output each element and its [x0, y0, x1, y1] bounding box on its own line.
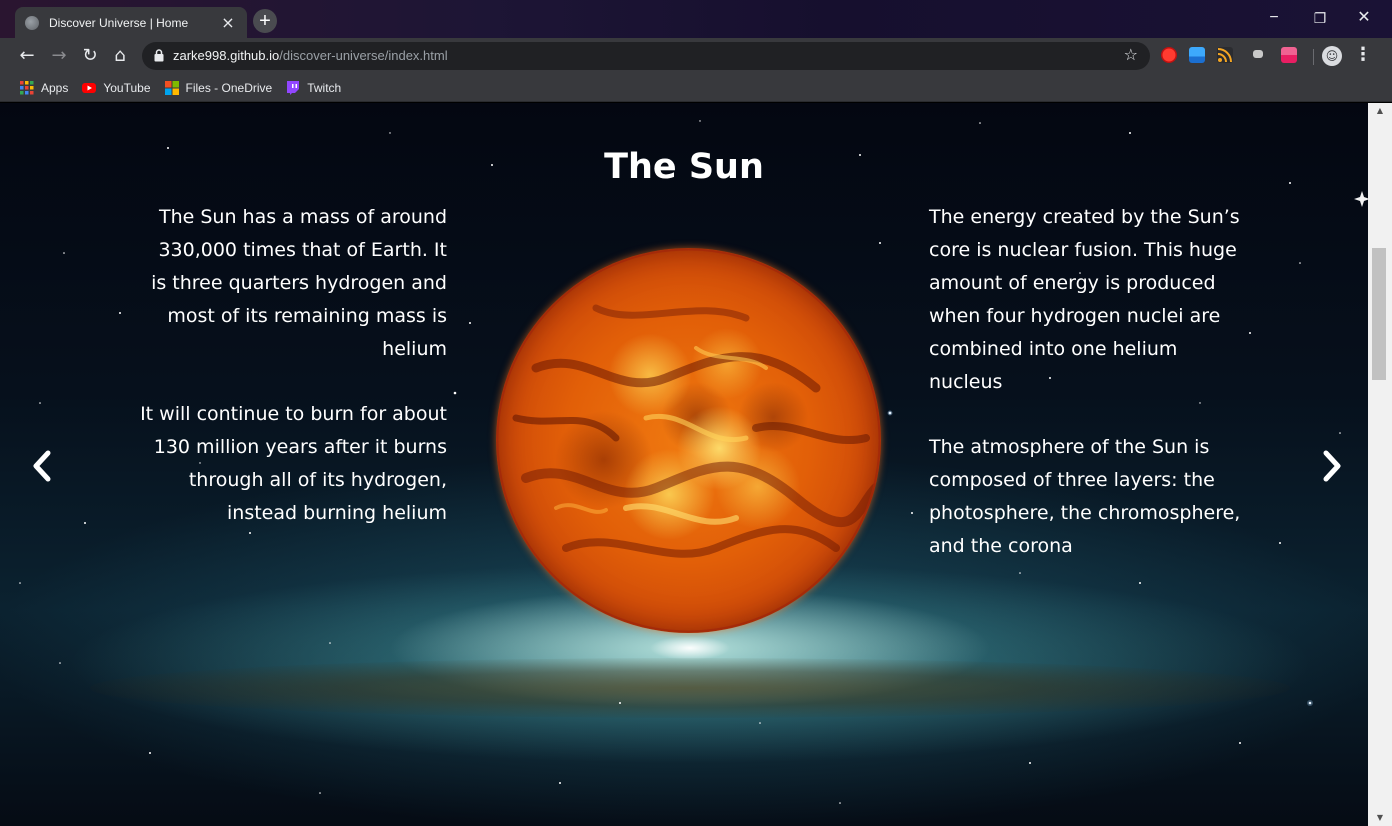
tab-strip: Discover Universe | Home × + − ❐ ✕ [0, 0, 1392, 38]
page-title: The Sun [604, 147, 764, 187]
bookmark-label: Apps [41, 80, 69, 95]
youtube-icon [82, 82, 97, 93]
minimize-button[interactable]: − [1256, 6, 1292, 30]
browser-menu-icon[interactable]: ⋮ [1354, 43, 1372, 67]
scroll-down-arrow-icon[interactable]: ▼ [1368, 810, 1392, 826]
back-button[interactable]: ← [15, 44, 39, 68]
bookmark-star-icon[interactable]: ☆ [1124, 45, 1138, 64]
info-paragraph: The energy created by the Sun’s core is … [929, 206, 1240, 393]
apps-grid-icon [20, 80, 34, 94]
rss-icon [1217, 48, 1232, 63]
twitch-icon [287, 80, 300, 95]
address-bar[interactable]: zarke998.github.io/discover-universe/ind… [142, 42, 1150, 70]
close-window-button[interactable]: ✕ [1346, 6, 1382, 30]
tab-title: Discover Universe | Home [49, 15, 189, 30]
forward-button[interactable]: → [47, 44, 71, 68]
scroll-up-arrow-icon[interactable]: ▲ [1368, 103, 1392, 119]
bookmark-youtube[interactable]: YouTube [82, 80, 151, 95]
bookmark-label: YouTube [103, 80, 151, 95]
previous-slide-arrow-icon[interactable] [27, 446, 57, 486]
browser-window: Discover Universe | Home × + − ❐ ✕ ← → ↻… [0, 0, 1392, 826]
home-button[interactable]: ⌂ [108, 44, 132, 68]
reload-button[interactable]: ↻ [78, 44, 102, 68]
url-host: zarke998.github.io [173, 48, 280, 63]
close-tab-icon[interactable]: × [219, 13, 237, 32]
bookmark-onedrive[interactable]: Files - OneDrive [164, 80, 273, 95]
info-paragraph: The Sun has a mass of around 330,000 tim… [151, 206, 447, 360]
rss-extension-icon[interactable] [1217, 47, 1233, 63]
bookmark-label: Files - OneDrive [185, 80, 273, 95]
reader-extension-icon[interactable] [1281, 47, 1297, 63]
info-paragraph: The atmosphere of the Sun is composed of… [929, 436, 1241, 557]
toolbar-divider [1313, 49, 1314, 65]
restore-button[interactable]: ❐ [1302, 6, 1338, 30]
next-slide-arrow-icon[interactable] [1317, 446, 1347, 486]
microsoft-icon [164, 80, 179, 95]
page-scrollbar[interactable]: ▲ ▼ [1368, 103, 1392, 826]
sun-surface-texture [496, 248, 881, 633]
sun-image [496, 248, 881, 633]
bookmark-twitch[interactable]: Twitch [286, 80, 342, 95]
lock-icon [154, 49, 164, 62]
tab-discover-universe[interactable]: Discover Universe | Home × [15, 7, 247, 38]
scroll-thumb[interactable] [1372, 248, 1386, 380]
browser-toolbar: ← → ↻ ⌂ zarke998.github.io/discover-univ… [0, 38, 1392, 74]
info-paragraph: It will continue to burn for about 130 m… [140, 403, 447, 524]
image-extension-icon[interactable] [1189, 47, 1205, 63]
page-content: The Sun The Sun has a mass of around 330… [0, 103, 1368, 826]
adblock-extension-icon[interactable] [1161, 47, 1177, 63]
left-info-column: The Sun has a mass of around 330,000 tim… [140, 201, 447, 562]
bookmarks-bar: Apps YouTube Files - OneDrive Twitch [0, 74, 1392, 102]
url-path: /discover-universe/index.html [279, 48, 448, 63]
profile-avatar-icon[interactable]: ☺ [1322, 46, 1342, 66]
new-tab-button[interactable]: + [253, 9, 277, 33]
right-info-column: The energy created by the Sun’s core is … [929, 201, 1247, 595]
bookmark-apps[interactable]: Apps [20, 80, 69, 95]
bookmark-label: Twitch [307, 80, 342, 95]
globe-icon [25, 15, 39, 30]
url-text: zarke998.github.io/discover-universe/ind… [173, 48, 448, 63]
extension-icon[interactable] [1253, 50, 1263, 58]
